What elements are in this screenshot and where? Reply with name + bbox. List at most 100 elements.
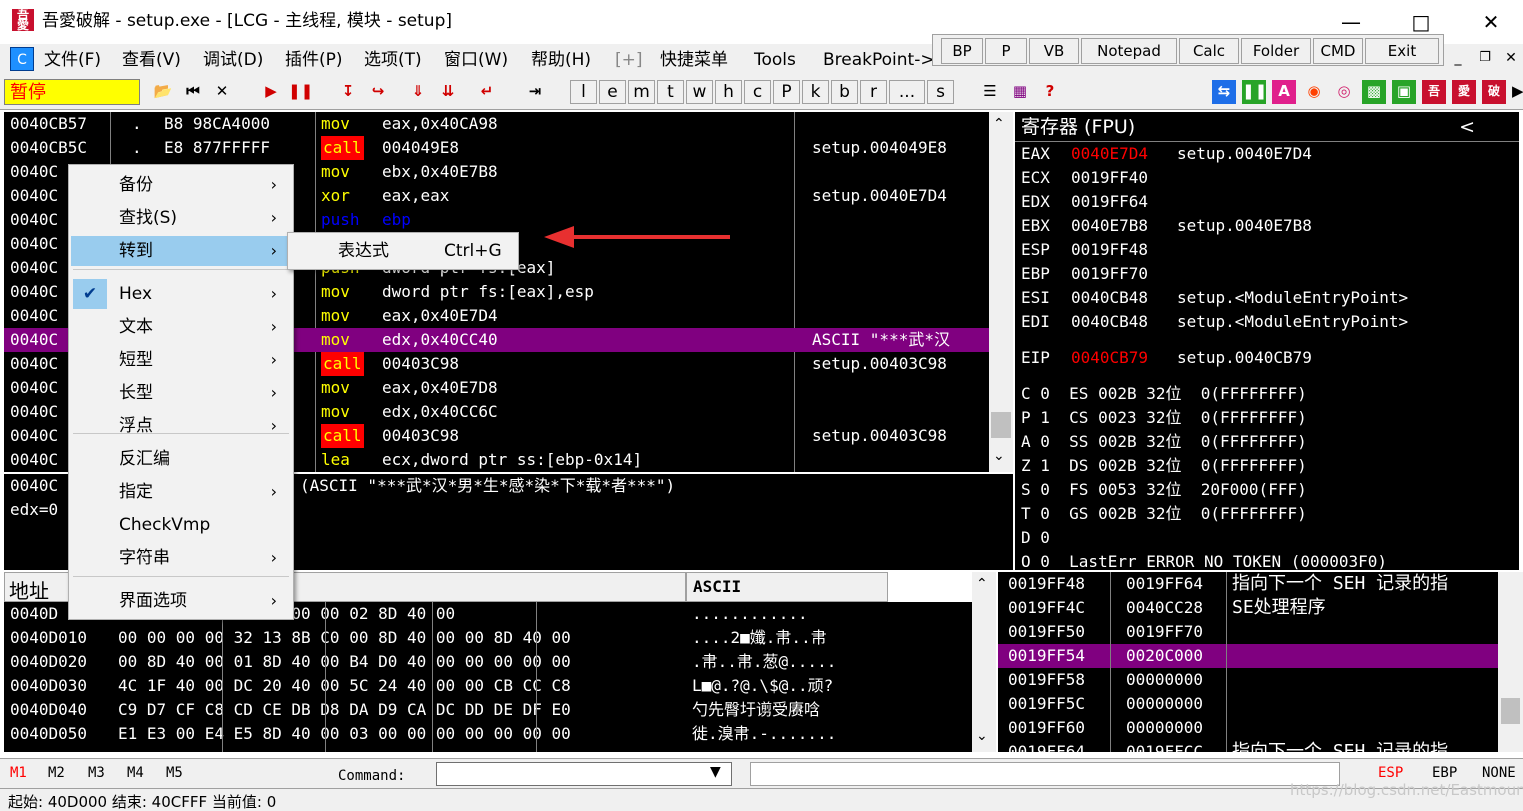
app-menu-icon[interactable]: C	[10, 47, 34, 71]
menu-breakpoint[interactable]: BreakPoint->	[823, 48, 933, 72]
dump-scrollbar[interactable]: ⌃ ⌄	[972, 572, 996, 752]
pause-icon[interactable]: ❚❚	[288, 80, 313, 104]
context-menu-item[interactable]: 浮点 ›	[71, 411, 291, 441]
tab-m1[interactable]: M1	[10, 765, 27, 781]
trace-into-icon[interactable]: ⇓	[406, 80, 430, 104]
plugin-po-icon[interactable]: 破	[1482, 80, 1506, 104]
quick-folder-button[interactable]: Folder	[1241, 38, 1311, 64]
dump-ascii-header[interactable]: ASCII	[686, 572, 888, 602]
context-menu-item[interactable]: 文本 ›	[71, 312, 291, 342]
mdi-restore-icon[interactable]: ❐	[1474, 47, 1496, 69]
disassembly-scrollbar[interactable]: ⌃ ⌄	[989, 112, 1013, 472]
log-window-button[interactable]: l	[570, 80, 597, 104]
scroll-down-icon[interactable]: ⌄	[993, 448, 1005, 464]
context-menu-item[interactable]: 转到 ›	[71, 236, 291, 266]
plugin-record-icon[interactable]: ◉	[1302, 80, 1326, 104]
dump-row[interactable]: 0040D040 C9 D7 CF C8 CD CE DB D8 DA D9 CA…	[4, 698, 972, 722]
menu-help[interactable]: 帮助(H)	[531, 48, 591, 72]
dump-row[interactable]: 0040D050 E1 E3 00 E4 E5 8D 40 00 03 00 00…	[4, 722, 972, 746]
quick-vb-button[interactable]: VB	[1029, 38, 1079, 64]
esp-button[interactable]: ESP	[1378, 765, 1403, 781]
options-icon[interactable]: ▦	[1008, 80, 1032, 104]
register-row[interactable]: EAX 0040E7D4 setup.0040E7D4	[1021, 142, 1519, 166]
quick-exit-button[interactable]: Exit	[1365, 38, 1439, 64]
plugin-square-icon[interactable]: ▣	[1392, 80, 1416, 104]
tab-m3[interactable]: M3	[88, 765, 105, 781]
context-menu-item[interactable]: ✔ Hex ›	[71, 279, 291, 309]
threads-window-button[interactable]: t	[657, 80, 684, 104]
context-menu-item[interactable]: 指定 ›	[71, 477, 291, 507]
flag-row[interactable]: Z 1 DS 002B 32位 0(FFFFFFFF)	[1021, 454, 1519, 478]
stack-row[interactable]: 0019FF54 0020C000	[998, 644, 1498, 668]
tab-m2[interactable]: M2	[48, 765, 65, 781]
register-row[interactable]: EDI 0040CB48 setup.<ModuleEntryPoint>	[1021, 310, 1519, 334]
open-icon[interactable]: 📂	[151, 80, 175, 104]
menu-debug[interactable]: 调试(D)	[203, 48, 263, 72]
disasm-row[interactable]: 0040CB57. B8 98CA4000 mov eax,0x40CA98	[4, 112, 989, 136]
stack-scrollbar[interactable]	[1498, 572, 1523, 752]
stack-row[interactable]: 0019FF50 0019FF70	[998, 620, 1498, 644]
tab-m5[interactable]: M5	[166, 765, 183, 781]
menu-tools[interactable]: Tools	[754, 48, 796, 72]
plugin-pause-icon[interactable]: ❚❚	[1242, 80, 1267, 104]
quick-calc-button[interactable]: Calc	[1179, 38, 1239, 64]
plugin-a-icon[interactable]: A	[1272, 80, 1296, 104]
plugin-wu-icon[interactable]: 吾	[1422, 80, 1446, 104]
execute-till-return-icon[interactable]: ↵	[475, 80, 499, 104]
source-window-button[interactable]: s	[927, 80, 954, 104]
stack-row[interactable]: 0019FF48 0019FF64 指向下一个 SEH 记录的指	[998, 572, 1498, 596]
menu-plus[interactable]: [+]	[615, 48, 643, 72]
step-over-icon[interactable]: ↪	[366, 80, 390, 104]
quick-cmd-button[interactable]: CMD	[1313, 38, 1363, 64]
close-button[interactable]: ✕	[1456, 0, 1523, 44]
stack-row[interactable]: 0019FF60 00000000	[998, 716, 1498, 740]
dump-pane[interactable]: 0040D00 00 00 00 00 00 00 00 02 8D 40 00…	[4, 602, 972, 752]
flag-row[interactable]: T 0 GS 002B 32位 0(FFFFFFFF)	[1021, 502, 1519, 526]
register-row[interactable]: EBP 0019FF70	[1021, 262, 1519, 286]
plugin-refresh-icon[interactable]: ⇆	[1212, 80, 1236, 104]
breakpoints-window-button[interactable]: b	[831, 80, 858, 104]
close-process-icon[interactable]: ✕	[210, 80, 234, 104]
stack-row[interactable]: 0019FF58 00000000	[998, 668, 1498, 692]
stack-row[interactable]: 0019FF4C 0040CC28 SE处理程序	[998, 596, 1498, 620]
command-input[interactable]	[436, 762, 732, 786]
menu-file[interactable]: 文件(F)	[44, 48, 101, 72]
trace-over-icon[interactable]: ⇊	[436, 80, 460, 104]
stack-scroll-thumb[interactable]	[1501, 698, 1520, 724]
quick-notepad-button[interactable]: Notepad	[1081, 38, 1177, 64]
flag-row[interactable]: D 0	[1021, 526, 1519, 550]
callstack-window-button[interactable]: k	[802, 80, 829, 104]
flag-row[interactable]: A 0 SS 002B 32位 0(FFFFFFFF)	[1021, 430, 1519, 454]
dump-row[interactable]: 0040D030 4C 1F 40 00 DC 20 40 00 5C 24 40…	[4, 674, 972, 698]
dump-address-header[interactable]: 地址	[9, 575, 49, 604]
list-icon[interactable]: ☰	[978, 80, 1002, 104]
plugin-more-icon[interactable]: ▶	[1512, 80, 1523, 104]
menu-options[interactable]: 选项(T)	[364, 48, 422, 72]
register-row[interactable]: EDX 0019FF64	[1021, 190, 1519, 214]
handles-window-button[interactable]: h	[715, 80, 742, 104]
none-button[interactable]: NONE	[1482, 765, 1516, 781]
goto-expression-item[interactable]: 表达式 Ctrl+G	[290, 235, 516, 267]
stack-row[interactable]: 0019FF64 0019FFCC 指向下一个 SEH 记录的指	[998, 740, 1498, 752]
plugin-ai-icon[interactable]: 愛	[1452, 80, 1476, 104]
context-menu-item[interactable]: 反汇编	[71, 444, 291, 474]
dump-scroll-down-icon[interactable]: ⌄	[976, 728, 988, 744]
context-menu-item[interactable]: 界面选项 ›	[71, 586, 291, 616]
patches-window-button[interactable]: P	[773, 80, 800, 104]
memory-window-button[interactable]: m	[628, 80, 655, 104]
restart-icon[interactable]: ⏮	[181, 80, 205, 104]
register-row[interactable]: EBX 0040E7B8 setup.0040E7B8	[1021, 214, 1519, 238]
flag-row[interactable]: S 0 FS 0053 32位 20F000(FFF)	[1021, 478, 1519, 502]
flag-row[interactable]: C 0 ES 002B 32位 0(FFFFFFFF)	[1021, 382, 1519, 406]
quick-p-button[interactable]: P	[985, 38, 1027, 64]
stack-pane[interactable]: 0019FF48 0019FF64 指向下一个 SEH 记录的指 0019FF4C 00…	[998, 572, 1498, 752]
dump-scroll-up-icon[interactable]: ⌃	[976, 576, 988, 592]
step-into-icon[interactable]: ↧	[336, 80, 360, 104]
stack-row[interactable]: 0019FF5C 00000000	[998, 692, 1498, 716]
run-icon[interactable]: ▶	[259, 80, 283, 104]
context-menu-item[interactable]: 短型 ›	[71, 345, 291, 375]
menu-plugins[interactable]: 插件(P)	[285, 48, 343, 72]
references-window-button[interactable]: r	[860, 80, 887, 104]
mdi-minimize-icon[interactable]: _	[1448, 47, 1468, 69]
context-menu-item[interactable]: CheckVmp	[71, 510, 291, 540]
